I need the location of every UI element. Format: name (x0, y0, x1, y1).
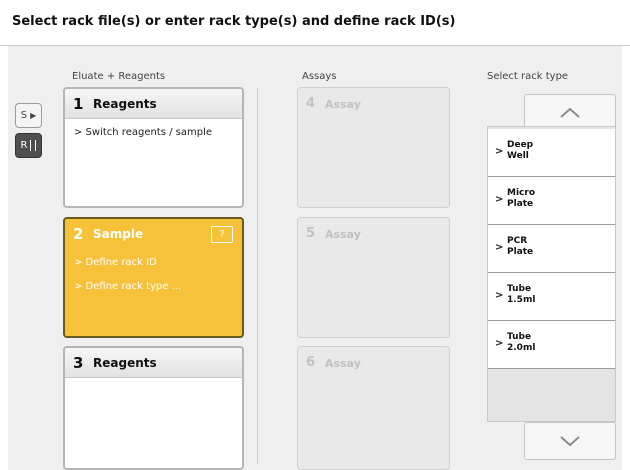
header-bar: Select rack file(s) or enter rack type(s… (0, 0, 630, 46)
slot-1-header: 1 Reagents (65, 89, 242, 119)
chevron-down-icon (560, 436, 580, 447)
chevron-up-icon (560, 107, 580, 118)
slot-2-name: Sample (93, 227, 144, 241)
assay-4-name: Assay (325, 98, 361, 111)
slot-3-name: Reagents (93, 356, 157, 370)
slot-1-card[interactable]: 1 Reagents > Switch reagents / sample (63, 87, 244, 208)
slot-3-header: 3 Reagents (65, 348, 242, 378)
rack-type-line1: Tube (507, 332, 532, 342)
rack-type-line1: Deep (507, 140, 534, 150)
rack-type-line1: Micro (507, 188, 535, 198)
chevron-right-icon: > (495, 242, 504, 253)
rack-type-line1: Tube (507, 284, 532, 294)
rack-type-line2: Well (507, 151, 529, 161)
define-rack-id-link[interactable]: > Define rack ID (74, 257, 157, 268)
assay-6-name: Assay (325, 357, 361, 370)
rack-type-tube-2-0ml[interactable]: > Tube 2.0ml (488, 321, 615, 369)
play-icon: ▶ (30, 111, 37, 120)
chevron-right-icon: > (495, 146, 504, 157)
assay-5-number: 5 (306, 226, 316, 241)
chevron-right-icon: > (495, 194, 504, 205)
slot-1-name: Reagents (93, 97, 157, 111)
eluate-column-label: Eluate + Reagents (72, 71, 166, 82)
pause-icon (30, 140, 37, 151)
assay-6-number: 6 (306, 355, 316, 370)
rack-type-deep-well[interactable]: > Deep Well (488, 129, 615, 177)
rack-type-micro-plate[interactable]: > Micro Plate (488, 177, 615, 225)
assay-slot-4[interactable]: 4 Assay (297, 87, 450, 208)
assay-4-number: 4 (306, 96, 316, 111)
assay-slot-5[interactable]: 5 Assay (297, 217, 450, 338)
rack-type-pcr-plate[interactable]: > PCR Plate (488, 225, 615, 273)
slot-3-card[interactable]: 3 Reagents (63, 346, 244, 470)
switch-reagents-link[interactable]: > Switch reagents / sample (74, 127, 212, 138)
switch-reagent-button[interactable]: R (15, 133, 42, 158)
assay-slot-6[interactable]: 6 Assay (297, 346, 450, 470)
r-button-label: R (20, 140, 28, 151)
assays-column-label: Assays (302, 71, 337, 82)
rack-type-line2: Plate (507, 247, 534, 257)
assay-5-name: Assay (325, 228, 361, 241)
page-title: Select rack file(s) or enter rack type(s… (12, 14, 456, 29)
s-button-label: S (20, 110, 28, 121)
rack-type-line1: PCR (507, 236, 528, 246)
chevron-right-icon: > (495, 290, 504, 301)
scroll-down-button[interactable] (524, 422, 616, 460)
chevron-right-icon: > (495, 338, 504, 349)
switch-sample-button[interactable]: S ▶ (15, 103, 42, 128)
slot-1-number: 1 (73, 95, 84, 113)
help-button[interactable]: ? (211, 226, 233, 243)
slot-2-number: 2 (73, 225, 84, 243)
slot-3-number: 3 (73, 354, 84, 372)
rack-type-line2: 1.5ml (507, 295, 536, 305)
rack-type-tube-1-5ml[interactable]: > Tube 1.5ml (488, 273, 615, 321)
define-rack-type-link[interactable]: > Define rack type ... (74, 281, 181, 292)
rack-type-column-label: Select rack type (487, 71, 569, 82)
column-divider (257, 88, 258, 464)
rack-type-line2: Plate (507, 199, 534, 209)
slot-2-card[interactable]: 2 Sample ? > Define rack ID > Define rac… (63, 217, 244, 338)
rack-type-line2: 2.0ml (507, 343, 536, 353)
